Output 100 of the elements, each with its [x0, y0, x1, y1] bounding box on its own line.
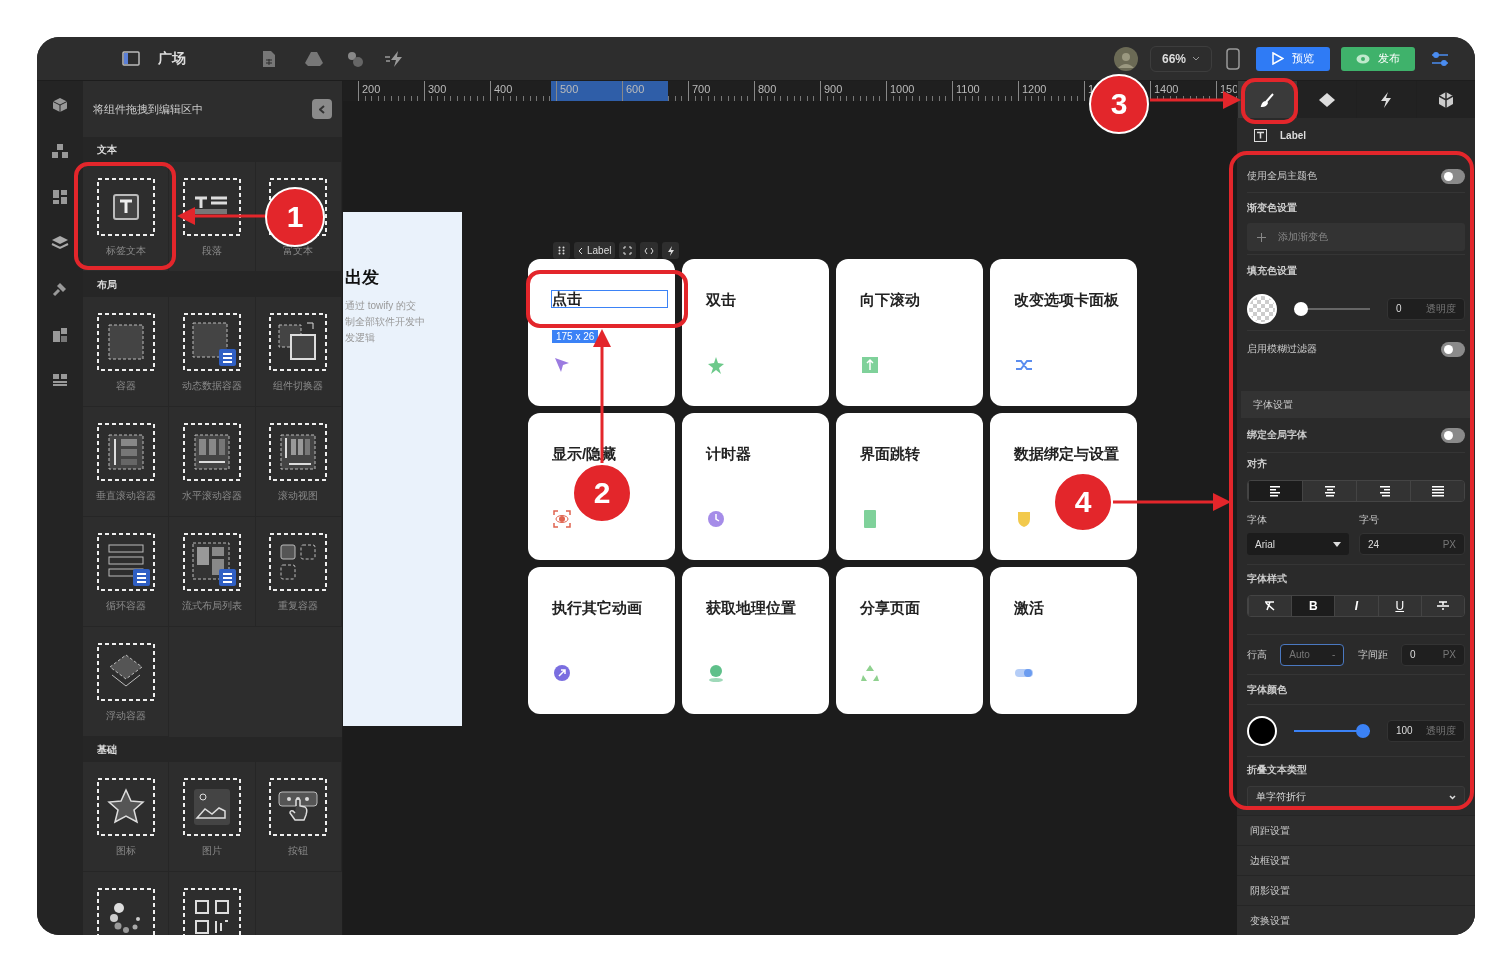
collapse-button[interactable]	[312, 99, 332, 119]
font-style-option[interactable]: U	[1377, 596, 1421, 616]
expand-icon	[623, 246, 633, 255]
hammer-icon[interactable]	[52, 281, 68, 297]
component-item[interactable]: 按钮	[255, 762, 342, 872]
color-swatch[interactable]	[1247, 715, 1277, 746]
button-component-icon	[269, 778, 328, 836]
dashboard-icon[interactable]	[52, 189, 68, 205]
component-label: 浮动容器	[105, 709, 146, 723]
action-card[interactable]: 激活	[990, 567, 1137, 714]
line-height-field[interactable]: Auto -	[1280, 643, 1345, 666]
opacity-slider[interactable]	[1294, 301, 1370, 316]
blocks-icon[interactable]	[51, 143, 69, 159]
preview-button[interactable]: 预览	[1256, 46, 1330, 71]
component-item[interactable]: 图标	[83, 762, 170, 872]
action-card[interactable]: 获取地理位置	[682, 567, 829, 714]
opacity-field[interactable]: 100 透明度	[1387, 719, 1465, 742]
inspector-tab[interactable]	[1296, 81, 1356, 118]
font-style-option[interactable]: B	[1291, 596, 1335, 616]
font-size-field[interactable]: 24 PX	[1359, 533, 1465, 555]
slider-thumb[interactable]	[1356, 723, 1370, 738]
toggle-switch[interactable]	[1441, 341, 1465, 357]
setting-label: 行高	[1247, 647, 1267, 662]
action-card[interactable]: 分享页面	[836, 567, 983, 714]
layers-icon[interactable]	[51, 235, 69, 251]
component-name: Label	[1280, 129, 1307, 141]
setting-title: 折叠文本类型	[1247, 763, 1307, 777]
align-option[interactable]	[1302, 481, 1356, 501]
bolt-button[interactable]	[662, 242, 680, 259]
align-option[interactable]	[1248, 481, 1302, 501]
component-item[interactable]: 组件切换器	[255, 297, 342, 407]
align-option[interactable]	[1356, 481, 1410, 501]
font-style-option[interactable]	[1420, 596, 1464, 616]
sliders-icon[interactable]	[1431, 50, 1449, 67]
component-item[interactable]: 段落	[169, 162, 256, 272]
components-icon[interactable]	[52, 327, 68, 343]
setting-title: 渐变色设置	[1247, 201, 1297, 215]
font-select[interactable]: Arial	[1247, 533, 1349, 555]
sidebar-toggle-icon[interactable]	[122, 51, 140, 66]
breadcrumb-button[interactable]: Label	[574, 242, 616, 259]
code-button[interactable]	[640, 242, 659, 259]
loop-component-icon	[96, 533, 155, 591]
cube-icon[interactable]	[52, 97, 68, 113]
action-card[interactable]: 执行其它动画	[528, 567, 675, 714]
font-style-option[interactable]	[1248, 596, 1292, 616]
component-item[interactable]: 流式布局列表	[169, 517, 256, 627]
vscroll-component-icon	[96, 423, 155, 481]
card-title: 计时器	[706, 445, 751, 463]
wrap-select[interactable]: 单字符折行	[1247, 786, 1465, 808]
component-item[interactable]: 动态数据容器	[169, 297, 256, 407]
triangle-icon[interactable]	[304, 50, 324, 67]
color-swatch[interactable]	[1247, 293, 1277, 324]
align-option[interactable]	[1410, 481, 1464, 501]
image-component-icon	[183, 778, 241, 836]
opacity-field[interactable]: 0 透明度	[1387, 297, 1465, 320]
add-gradient-button[interactable]: 添加渐变色	[1247, 223, 1465, 251]
collapsed-section[interactable]: 变换设置	[1237, 905, 1475, 935]
container-component-icon	[96, 313, 155, 371]
zoom-dropdown[interactable]: 66%	[1150, 45, 1212, 72]
action-card[interactable]: 向下滚动	[836, 259, 983, 406]
component-item[interactable]: 容器	[83, 297, 170, 407]
drag-handle[interactable]	[553, 242, 570, 259]
circles-icon[interactable]	[346, 49, 364, 68]
toggle-switch[interactable]	[1441, 168, 1465, 184]
component-item[interactable]: 水平滚动容器	[169, 407, 256, 517]
slider-thumb[interactable]	[1294, 301, 1308, 316]
component-item[interactable]: 浮动容器	[83, 627, 170, 737]
app-title: 广场	[158, 49, 186, 68]
chevron-left-icon	[578, 246, 583, 255]
action-card[interactable]: 计时器	[682, 413, 829, 560]
action-card[interactable]: 界面跳转	[836, 413, 983, 560]
letter-spacing-field[interactable]: 0 PX	[1401, 643, 1465, 666]
component-item[interactable]: 标签文本	[83, 162, 170, 272]
phone-icon[interactable]	[1226, 47, 1240, 70]
spreadsheet-icon[interactable]	[262, 49, 276, 68]
action-card[interactable]: 改变选项卡面板	[990, 259, 1137, 406]
float-component-icon	[96, 643, 155, 701]
inspector-tab[interactable]	[1415, 81, 1475, 118]
list-icon[interactable]	[52, 373, 68, 387]
component-item[interactable]: 图片	[169, 762, 256, 872]
component-item[interactable]: 重复容器	[255, 517, 342, 627]
action-card[interactable]: 双击	[682, 259, 829, 406]
opacity-slider[interactable]	[1294, 723, 1370, 738]
action-card[interactable]: 点击 175 x 26	[528, 259, 675, 406]
component-item[interactable]: 滚动视图	[255, 407, 342, 517]
setting-title: 字体样式	[1247, 572, 1287, 586]
font-style-option[interactable]: I	[1334, 596, 1378, 616]
dynamic-component-icon	[183, 313, 241, 371]
chevron-down-icon	[1192, 56, 1200, 61]
hscroll-component-icon	[183, 423, 241, 481]
expand-button[interactable]	[619, 242, 637, 259]
component-label: 流式布局列表	[182, 599, 242, 613]
eye-icon	[1356, 53, 1370, 64]
avatar[interactable]	[1114, 46, 1138, 71]
toggle-switch[interactable]	[1441, 427, 1465, 443]
component-item[interactable]: 循环容器	[83, 517, 170, 627]
component-item[interactable]: 垂直滚动容器	[83, 407, 170, 517]
label-component-icon	[96, 178, 155, 236]
component-label: 重复容器	[278, 599, 319, 613]
component-label: 图标	[115, 844, 136, 858]
